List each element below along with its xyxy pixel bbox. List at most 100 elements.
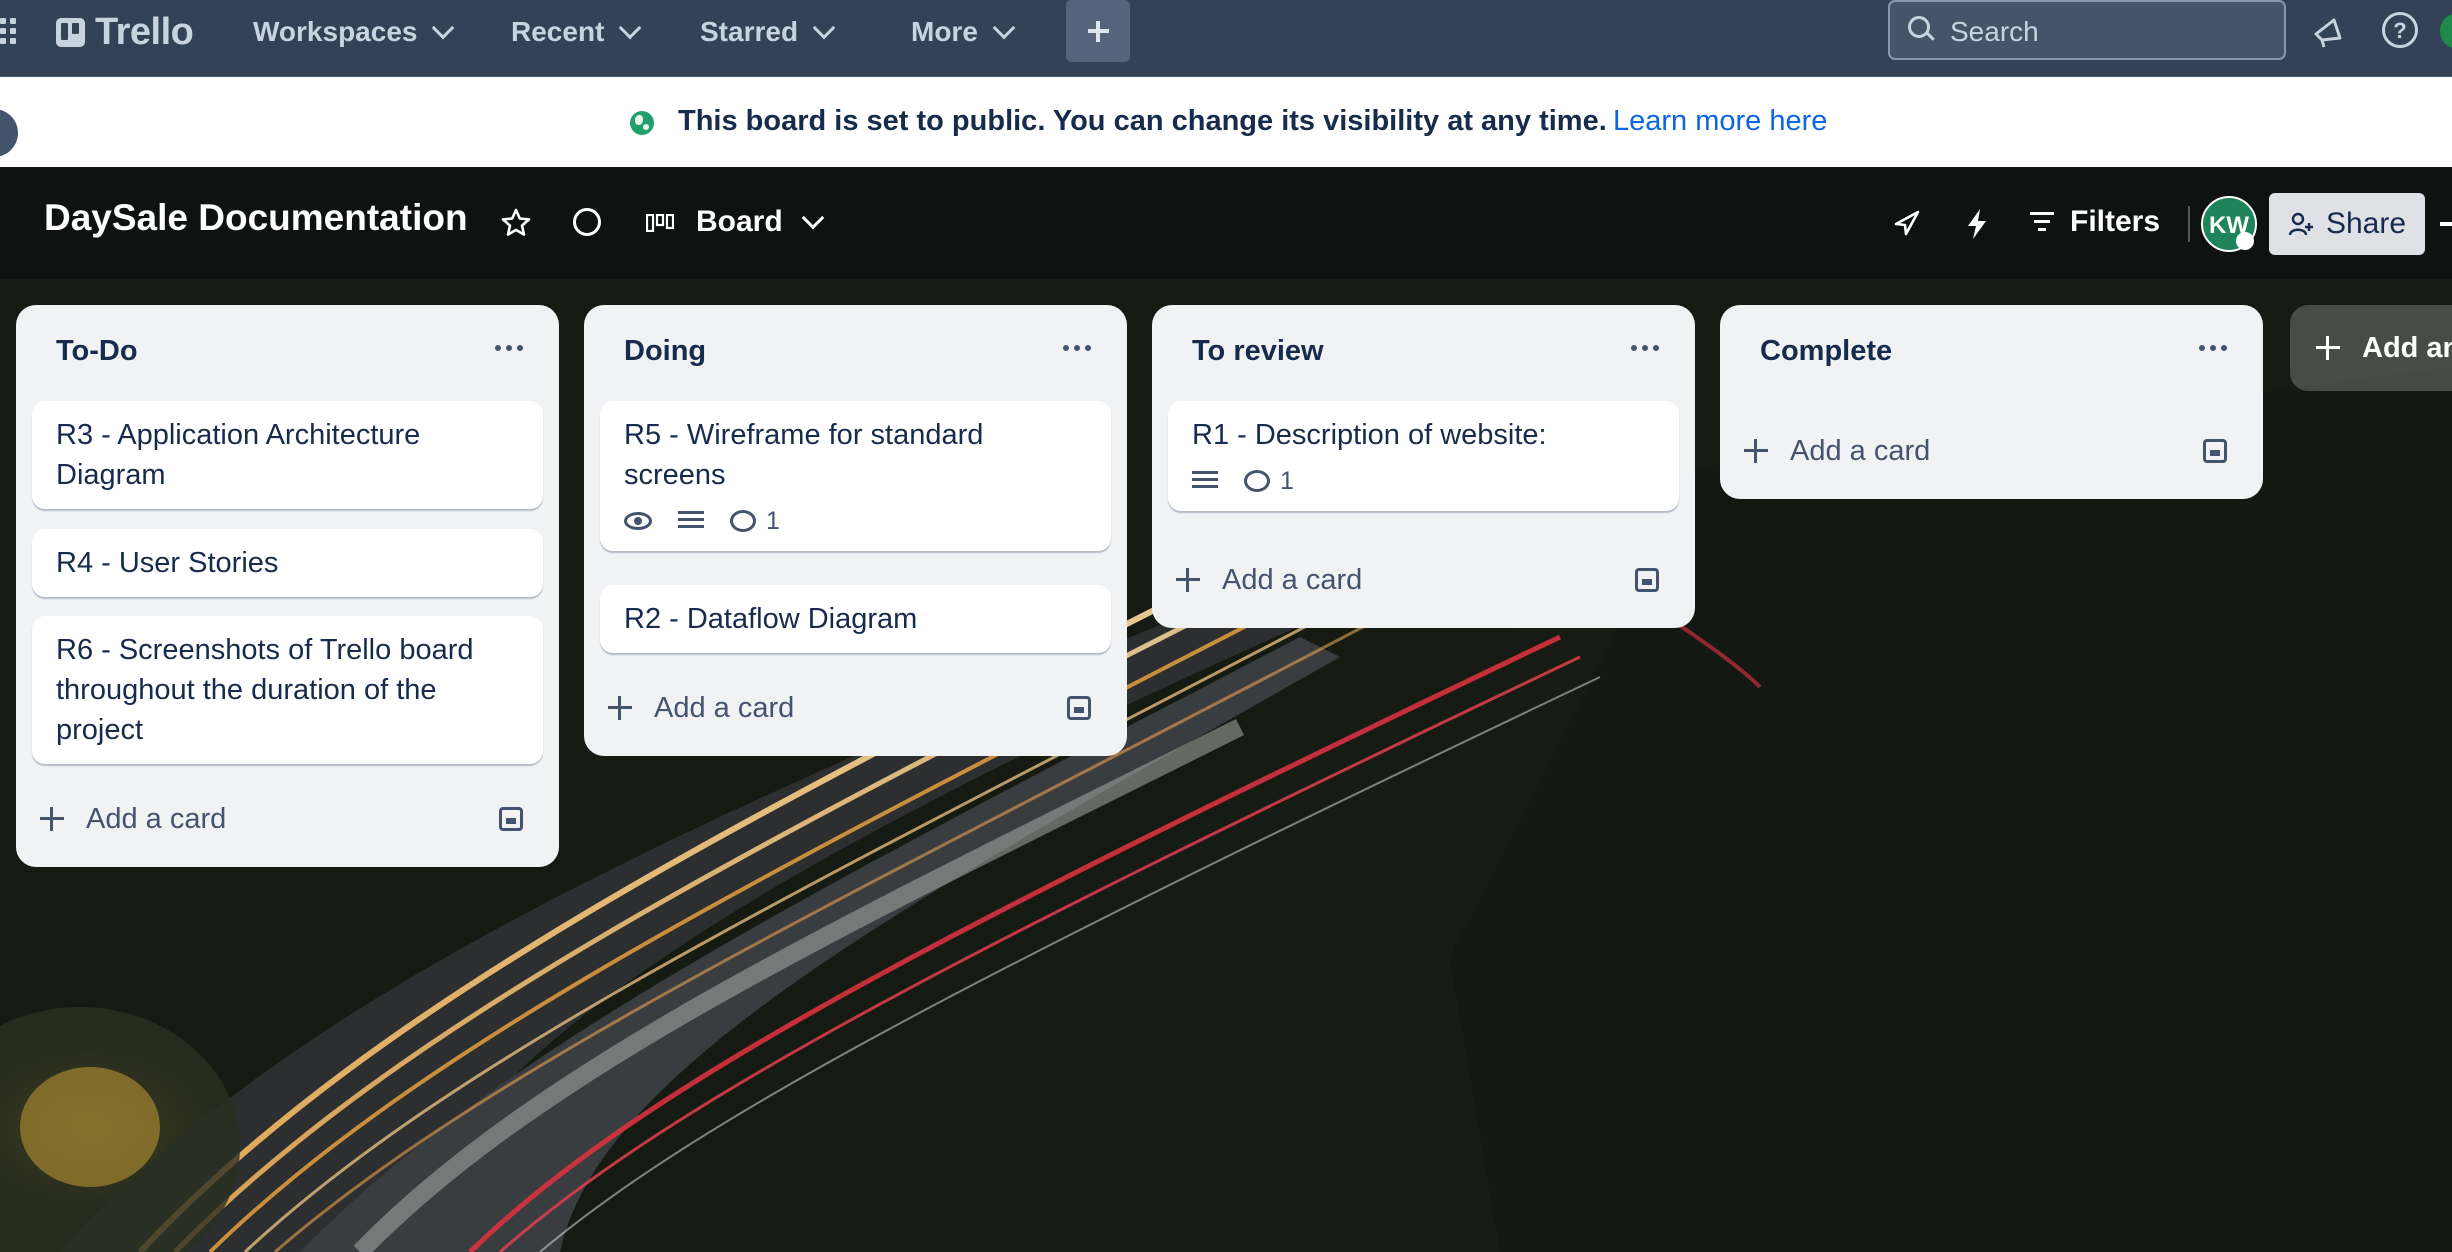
comment-icon bbox=[1244, 470, 1270, 492]
star-icon[interactable] bbox=[500, 207, 532, 239]
starred-label: Starred bbox=[700, 16, 799, 47]
add-card-label: Add a card bbox=[1222, 563, 1363, 596]
add-card-label: Add a card bbox=[1790, 434, 1931, 467]
list-menu-ellipsis-icon[interactable] bbox=[1631, 345, 1661, 353]
list-menu-ellipsis-icon[interactable] bbox=[495, 345, 525, 353]
bolt-icon[interactable] bbox=[1964, 208, 1990, 240]
plus-icon bbox=[1176, 568, 1200, 592]
account-avatar[interactable] bbox=[2440, 14, 2452, 48]
list-title[interactable]: Doing bbox=[624, 335, 706, 368]
chevron-down-icon bbox=[801, 206, 825, 230]
description-icon bbox=[678, 511, 704, 531]
chevron-down-icon bbox=[992, 16, 1016, 40]
workspaces-label: Workspaces bbox=[253, 16, 418, 47]
list-menu-ellipsis-icon[interactable] bbox=[2199, 345, 2229, 353]
card[interactable]: R5 - Wireframe for standard screens 1 bbox=[600, 401, 1111, 551]
add-card-button[interactable]: Add a card bbox=[40, 799, 226, 839]
template-icon[interactable] bbox=[2203, 439, 2227, 463]
visibility-globe-icon[interactable] bbox=[573, 208, 601, 236]
template-icon[interactable] bbox=[1067, 696, 1091, 720]
search-placeholder: Search bbox=[1950, 16, 2039, 47]
plus-icon bbox=[1744, 439, 1768, 463]
learn-more-link[interactable]: Learn more here bbox=[1613, 105, 1827, 138]
list-doing: Doing R5 - Wireframe for standard screen… bbox=[584, 305, 1127, 756]
board-title[interactable]: DaySale Documentation bbox=[44, 197, 468, 239]
banner-message: This board is set to public. You can cha… bbox=[678, 105, 1607, 137]
help-icon[interactable]: ? bbox=[2382, 12, 2418, 48]
card-title: R3 - Application Architecture Diagram bbox=[56, 419, 421, 491]
description-icon bbox=[1192, 471, 1218, 491]
chevron-down-icon bbox=[432, 16, 455, 40]
board-view-switcher[interactable]: Board bbox=[696, 205, 825, 239]
filters-button[interactable]: Filters bbox=[2030, 205, 2160, 239]
add-list-label: Add an bbox=[2362, 331, 2452, 364]
more-board-options[interactable] bbox=[2440, 222, 2452, 226]
add-card-label: Add a card bbox=[654, 691, 795, 724]
search-input[interactable]: Search bbox=[1888, 0, 2286, 60]
megaphone-icon[interactable] bbox=[2310, 14, 2346, 50]
add-card-button[interactable]: Add a card bbox=[1176, 560, 1362, 600]
template-icon[interactable] bbox=[499, 807, 523, 831]
top-navigation: Trello Workspaces Recent Starred More Se… bbox=[0, 0, 2452, 77]
rocket-icon[interactable] bbox=[1892, 208, 1922, 238]
chevron-down-icon bbox=[619, 16, 642, 40]
list-title[interactable]: Complete bbox=[1760, 335, 1892, 368]
list-to-do: To-Do R3 - Application Architecture Diag… bbox=[16, 305, 559, 867]
starred-menu[interactable]: Starred bbox=[700, 10, 836, 54]
more-menu[interactable]: More bbox=[911, 10, 1016, 54]
create-button[interactable] bbox=[1066, 0, 1130, 62]
plus-icon bbox=[2316, 336, 2340, 360]
filters-label: Filters bbox=[2070, 205, 2161, 238]
share-label: Share bbox=[2325, 207, 2407, 240]
card-badges: 1 bbox=[1192, 465, 1655, 497]
workspaces-menu[interactable]: Workspaces bbox=[253, 10, 455, 54]
card[interactable]: R2 - Dataflow Diagram bbox=[600, 585, 1111, 653]
add-list-button[interactable]: Add an bbox=[2290, 305, 2452, 391]
card-badges: 1 bbox=[624, 505, 1087, 537]
list-menu-ellipsis-icon[interactable] bbox=[1063, 345, 1093, 353]
card[interactable]: R3 - Application Architecture Diagram bbox=[32, 401, 543, 509]
chevron-down-icon bbox=[812, 16, 836, 40]
search-icon bbox=[1908, 16, 1930, 38]
template-icon[interactable] bbox=[1635, 568, 1659, 592]
card-title: R1 - Description of website: bbox=[1192, 419, 1547, 451]
comment-count-value: 1 bbox=[766, 506, 780, 535]
list-to-review: To review R1 - Description of website: 1… bbox=[1152, 305, 1695, 628]
eye-icon bbox=[624, 512, 652, 530]
plus-icon bbox=[40, 807, 64, 831]
filter-icon bbox=[2030, 212, 2054, 232]
recent-menu[interactable]: Recent bbox=[511, 10, 642, 54]
share-button[interactable]: Share bbox=[2269, 193, 2425, 255]
comment-icon bbox=[730, 510, 756, 532]
trello-logo[interactable]: Trello bbox=[56, 10, 194, 54]
comment-count: 1 bbox=[730, 507, 780, 536]
comment-count: 1 bbox=[1244, 467, 1294, 496]
add-card-label: Add a card bbox=[86, 802, 227, 835]
globe-icon bbox=[630, 111, 654, 135]
plus-icon bbox=[608, 696, 632, 720]
card[interactable]: R6 - Screenshots of Trello board through… bbox=[32, 616, 543, 764]
card[interactable]: R1 - Description of website: 1 bbox=[1168, 401, 1679, 511]
card[interactable]: R4 - User Stories bbox=[32, 529, 543, 597]
trello-logo-icon bbox=[56, 17, 85, 47]
card-title: R2 - Dataflow Diagram bbox=[624, 603, 918, 635]
more-label: More bbox=[911, 16, 978, 47]
sidebar-toggle[interactable] bbox=[0, 109, 18, 157]
add-card-button[interactable]: Add a card bbox=[608, 688, 794, 728]
card-title: R5 - Wireframe for standard screens bbox=[624, 419, 984, 491]
add-card-button[interactable]: Add a card bbox=[1744, 431, 1930, 471]
logo-text: Trello bbox=[95, 10, 194, 53]
admin-badge-icon bbox=[2236, 232, 2254, 250]
list-title[interactable]: To review bbox=[1192, 335, 1324, 368]
comment-count-value: 1 bbox=[1280, 466, 1294, 495]
board-view-label: Board bbox=[696, 205, 783, 238]
card-title: R6 - Screenshots of Trello board through… bbox=[56, 634, 474, 746]
header-divider bbox=[2188, 206, 2190, 242]
list-title[interactable]: To-Do bbox=[56, 335, 138, 368]
list-complete: Complete Add a card bbox=[1720, 305, 2263, 499]
apps-grid-icon[interactable] bbox=[0, 18, 22, 52]
board-view-icon bbox=[646, 214, 674, 232]
recent-label: Recent bbox=[511, 16, 605, 47]
share-icon bbox=[2288, 212, 2313, 236]
card-title: R4 - User Stories bbox=[56, 547, 279, 579]
